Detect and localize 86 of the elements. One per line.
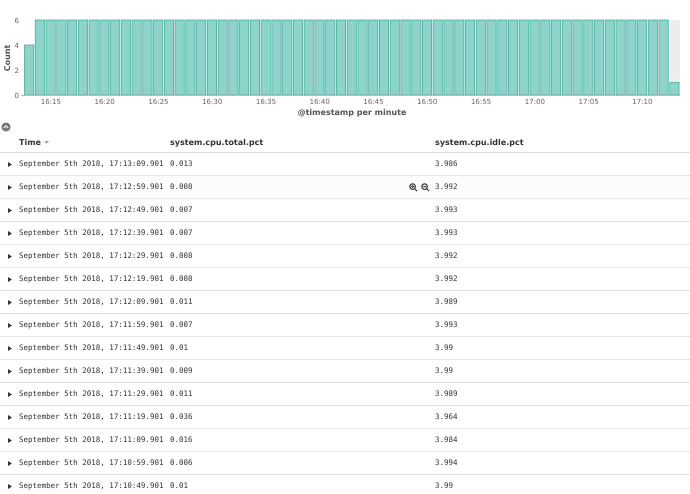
histogram-bar[interactable] <box>304 20 314 96</box>
x-axis-title: @timestamp per minute <box>298 108 406 117</box>
histogram-bar[interactable] <box>616 20 626 96</box>
histogram-bar[interactable] <box>368 20 378 96</box>
histogram-bar[interactable] <box>562 20 572 96</box>
collapse-icon[interactable] <box>1 122 11 132</box>
expand-caret-icon[interactable] <box>8 230 12 236</box>
histogram-bar[interactable] <box>239 20 250 96</box>
histogram-bar[interactable] <box>260 20 271 96</box>
histogram-bar[interactable] <box>132 20 142 96</box>
zoom-out-icon[interactable] <box>421 182 430 192</box>
histogram-bar[interactable] <box>508 20 518 96</box>
histogram-bar[interactable] <box>497 20 508 96</box>
histogram-bar[interactable] <box>314 20 325 96</box>
histogram-bar[interactable] <box>432 20 443 96</box>
expand-caret-icon[interactable] <box>8 254 12 258</box>
expand-caret-icon[interactable] <box>8 368 12 374</box>
histogram-bar[interactable] <box>465 20 476 96</box>
histogram-bar[interactable] <box>142 20 152 96</box>
column-header[interactable]: system.cpu.total.pct <box>170 136 435 148</box>
histogram-bar[interactable] <box>336 20 346 96</box>
histogram-bar[interactable] <box>540 20 550 96</box>
histogram-bar[interactable] <box>228 20 238 96</box>
histogram-bar[interactable] <box>454 20 464 96</box>
histogram-bar[interactable] <box>572 20 583 96</box>
histogram-bar[interactable] <box>357 20 368 96</box>
expand-caret-icon[interactable] <box>8 414 12 420</box>
expand-caret-icon[interactable] <box>8 162 12 166</box>
expand-caret-icon[interactable] <box>8 300 12 304</box>
expand-caret-icon[interactable] <box>8 392 12 396</box>
expand-caret-icon[interactable] <box>8 276 12 282</box>
histogram-bar[interactable] <box>56 20 66 96</box>
histogram-bar[interactable] <box>185 20 196 96</box>
histogram-bar[interactable] <box>24 44 34 96</box>
histogram-bar[interactable] <box>282 20 292 96</box>
expand-caret-icon[interactable] <box>8 184 12 190</box>
histogram-bar[interactable] <box>648 20 658 96</box>
histogram-bar[interactable] <box>99 20 110 96</box>
histogram-bar[interactable] <box>551 20 562 96</box>
histogram-bar[interactable] <box>292 20 303 96</box>
sort-caret-icon[interactable] <box>44 140 49 144</box>
column-header[interactable]: Time <box>19 136 41 148</box>
histogram-bar[interactable] <box>583 20 594 96</box>
zoom-in-icon[interactable] <box>409 182 418 192</box>
y-axis-title: Count <box>3 44 12 72</box>
expand-caret-icon[interactable] <box>8 346 12 350</box>
histogram-bar[interactable] <box>378 20 390 96</box>
histogram-bar[interactable] <box>34 20 45 96</box>
histogram-bar[interactable] <box>530 20 540 96</box>
histogram-bar[interactable] <box>476 20 486 96</box>
histogram-bar[interactable] <box>110 20 120 96</box>
out-of-range-area <box>670 20 680 85</box>
histogram-bar[interactable] <box>486 20 497 96</box>
expand-caret-icon[interactable] <box>8 208 12 212</box>
histogram-bar[interactable] <box>626 20 636 96</box>
histogram-bar[interactable] <box>164 20 174 96</box>
histogram-bar[interactable] <box>196 20 206 96</box>
histogram-bar[interactable] <box>604 20 615 96</box>
column-header[interactable]: system.cpu.idle.pct <box>435 136 524 148</box>
histogram-bar[interactable] <box>658 20 669 96</box>
histogram-bar[interactable] <box>174 20 185 96</box>
histogram-bar[interactable] <box>594 20 604 96</box>
histogram-bar[interactable] <box>422 20 432 96</box>
histogram-bar[interactable] <box>46 20 56 96</box>
histogram-bar[interactable] <box>669 82 680 96</box>
expand-caret-icon[interactable] <box>8 484 12 488</box>
histogram-bar[interactable] <box>218 20 228 96</box>
histogram-bar[interactable] <box>250 20 260 96</box>
histogram-bar[interactable] <box>67 20 78 96</box>
histogram-bar[interactable] <box>390 20 400 96</box>
histogram-bar[interactable] <box>400 20 411 96</box>
histogram-bar[interactable] <box>271 20 282 96</box>
histogram-bar[interactable] <box>206 20 217 96</box>
histogram-bar[interactable] <box>637 20 648 96</box>
histogram-bar[interactable] <box>346 20 357 96</box>
histogram-bar[interactable] <box>78 20 88 96</box>
expand-caret-icon[interactable] <box>8 460 12 466</box>
histogram-bar[interactable] <box>518 20 529 96</box>
histogram-bar[interactable] <box>411 20 422 96</box>
histogram-bar[interactable] <box>153 20 164 96</box>
histogram-bar[interactable] <box>120 20 131 96</box>
expand-caret-icon[interactable] <box>8 322 12 328</box>
histogram-bar[interactable] <box>444 20 454 96</box>
histogram-bar[interactable] <box>325 20 336 96</box>
expand-caret-icon[interactable] <box>8 438 12 442</box>
histogram-bar[interactable] <box>88 20 99 96</box>
